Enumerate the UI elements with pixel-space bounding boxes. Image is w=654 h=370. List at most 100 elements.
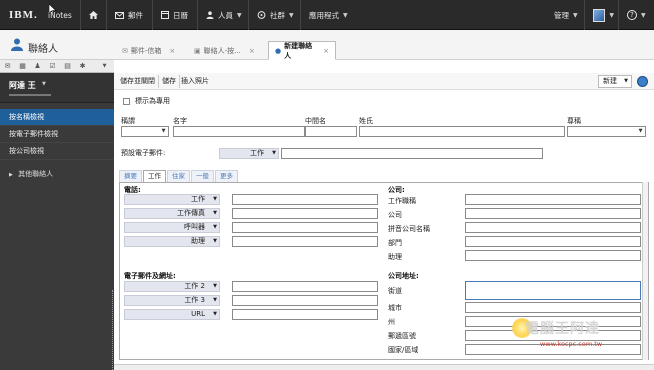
nav-mail[interactable]: 郵件 <box>106 0 150 30</box>
phone-type-label: 工作 <box>191 195 205 203</box>
default-email-input[interactable] <box>281 148 543 159</box>
chevron-down-icon: ▼ <box>638 128 643 134</box>
middle-name-input[interactable] <box>305 126 357 137</box>
private-checkbox[interactable] <box>123 97 130 105</box>
home-button[interactable] <box>80 0 106 30</box>
title-select[interactable]: ▼ <box>121 126 169 137</box>
tab-mail-inbox[interactable]: ✉ 郵件-信箱 × <box>116 41 186 60</box>
suffix-label: 尊稱 <box>567 117 581 125</box>
todo-icon[interactable]: ☑ <box>48 62 57 71</box>
phone-input[interactable] <box>232 208 378 219</box>
close-icon[interactable]: × <box>249 47 255 55</box>
product-name: iNotes <box>48 11 72 20</box>
tab-home[interactable]: 住家 <box>167 170 190 182</box>
calendar-icon[interactable]: ▦ <box>18 62 27 71</box>
nav-calendar[interactable]: 日曆 <box>152 0 196 30</box>
tab-summary[interactable]: 摘要 <box>119 170 142 182</box>
sidebar-group-other[interactable]: ▶ 其他聯絡人 <box>0 166 114 183</box>
notebook-icon[interactable]: ▤ <box>63 62 72 71</box>
email-type-select[interactable]: 工作 3 ▼ <box>124 295 220 306</box>
save-close-button[interactable]: 儲存並關閉 <box>117 75 159 88</box>
contact-subtabs: 摘要 工作 住家 一般 更多 <box>119 170 239 182</box>
nav-people[interactable]: 人員 ▼ <box>197 0 247 30</box>
job-title-input[interactable] <box>465 194 641 205</box>
email-section-title: 電子郵件及網址: <box>124 272 176 280</box>
phone-type-select[interactable]: 助理 ▼ <box>124 236 220 247</box>
form-toolbar: 儲存並關閉 儲存 插入照片 新建 ▼ <box>114 73 654 90</box>
nav-community-label: 社群 <box>270 10 285 20</box>
sidebar-item-by-email[interactable]: 按電子郵件檢視 <box>0 126 114 143</box>
insert-photo-button[interactable]: 插入照片 <box>178 75 212 88</box>
watermark-text: 電腦王阿達 <box>525 321 600 337</box>
sidebar-item-by-name[interactable]: 按名稱檢視 <box>0 109 114 126</box>
nav-community[interactable]: 社群 ▼ <box>248 0 300 30</box>
person-icon[interactable]: ♟ <box>33 62 42 71</box>
user-name: 阿達 王 <box>9 81 36 90</box>
gear-icon[interactable]: ✱ <box>78 62 87 71</box>
company-phonetic-input[interactable] <box>465 222 641 233</box>
help-menu[interactable]: ? ▼ <box>618 0 654 30</box>
phone-type-select[interactable]: 工作 ▼ <box>124 194 220 205</box>
chevron-down-icon: ▼ <box>213 283 217 289</box>
save-button[interactable]: 儲存 <box>159 75 180 88</box>
phone-input[interactable] <box>232 194 378 205</box>
phone-input[interactable] <box>232 222 378 233</box>
sidebar-item-by-company[interactable]: 按公司檢視 <box>0 143 114 160</box>
company-input[interactable] <box>465 208 641 219</box>
email-input[interactable] <box>232 281 378 292</box>
nav-applications[interactable]: 應用程式 ▼ <box>300 0 362 30</box>
email-input[interactable] <box>232 295 378 306</box>
vertical-scrollbar[interactable] <box>642 182 648 360</box>
url-type-select[interactable]: URL ▼ <box>124 309 220 320</box>
phone-input[interactable] <box>232 236 378 247</box>
chevron-down-icon[interactable]: ▼ <box>100 62 109 71</box>
phone-type-select[interactable]: 工作傳真 ▼ <box>124 208 220 219</box>
chevron-down-icon: ▼ <box>624 78 628 84</box>
tab-contacts-by[interactable]: ▣ 聯絡人-按... × <box>188 41 266 60</box>
tab-new-contact[interactable]: ● 新建聯絡人 × <box>268 41 336 60</box>
url-input[interactable] <box>232 309 378 320</box>
address-section-title: 公司地址: <box>388 272 419 280</box>
department-input[interactable] <box>465 236 641 247</box>
city-input[interactable] <box>465 302 641 313</box>
new-button[interactable]: 新建 ▼ <box>598 75 632 88</box>
admin-menu[interactable]: 管理 ▼ <box>546 0 580 30</box>
tab-more[interactable]: 更多 <box>215 170 238 182</box>
street-input[interactable] <box>465 281 641 300</box>
city-label: 城市 <box>388 304 402 312</box>
first-name-input[interactable] <box>173 126 305 137</box>
nav-mail-label: 郵件 <box>128 10 143 20</box>
private-checkbox-row[interactable]: 標示為專用 <box>123 96 170 106</box>
nav-people-label: 人員 <box>218 10 233 20</box>
close-icon[interactable]: × <box>169 47 175 55</box>
chevron-down-icon[interactable]: ▼ <box>42 81 46 87</box>
private-label: 標示為專用 <box>135 97 170 105</box>
community-icon <box>257 11 266 19</box>
assistant-input[interactable] <box>465 250 641 261</box>
mail-icon: ✉ <box>122 46 128 55</box>
globe-icon[interactable] <box>637 76 648 87</box>
chevron-down-icon: ▼ <box>213 297 217 303</box>
new-button-label: 新建 <box>603 77 617 85</box>
sidebar-item-label: 按公司檢視 <box>9 147 44 155</box>
phone-type-select[interactable]: 呼叫器 ▼ <box>124 222 220 233</box>
close-icon[interactable]: × <box>323 47 329 55</box>
email-type-label: 工作 2 <box>184 282 205 290</box>
default-email-type-select[interactable]: 工作 ▼ <box>219 148 279 159</box>
chevron-down-icon: ▼ <box>213 238 217 244</box>
chevron-right-icon: ▶ <box>9 172 13 178</box>
app-title-bar: 聯絡人 <box>0 30 114 60</box>
department-label: 部門 <box>388 239 402 247</box>
last-name-label: 姓氏 <box>359 117 373 125</box>
tab-work[interactable]: 工作 <box>143 170 166 182</box>
last-name-input[interactable] <box>359 126 565 137</box>
suffix-select[interactable]: ▼ <box>567 126 646 137</box>
tab-general[interactable]: 一般 <box>191 170 214 182</box>
assistant-label: 助理 <box>388 253 402 261</box>
mail-icon[interactable]: ✉ <box>3 62 12 71</box>
help-icon: ? <box>627 10 637 20</box>
postal-code-label: 郵遞區號 <box>388 332 416 340</box>
email-type-select[interactable]: 工作 2 ▼ <box>124 281 220 292</box>
user-avatar-button[interactable]: ▼ <box>584 0 614 30</box>
tab-strip: ✉ 郵件-信箱 × ▣ 聯絡人-按... × ● 新建聯絡人 × <box>114 30 654 60</box>
